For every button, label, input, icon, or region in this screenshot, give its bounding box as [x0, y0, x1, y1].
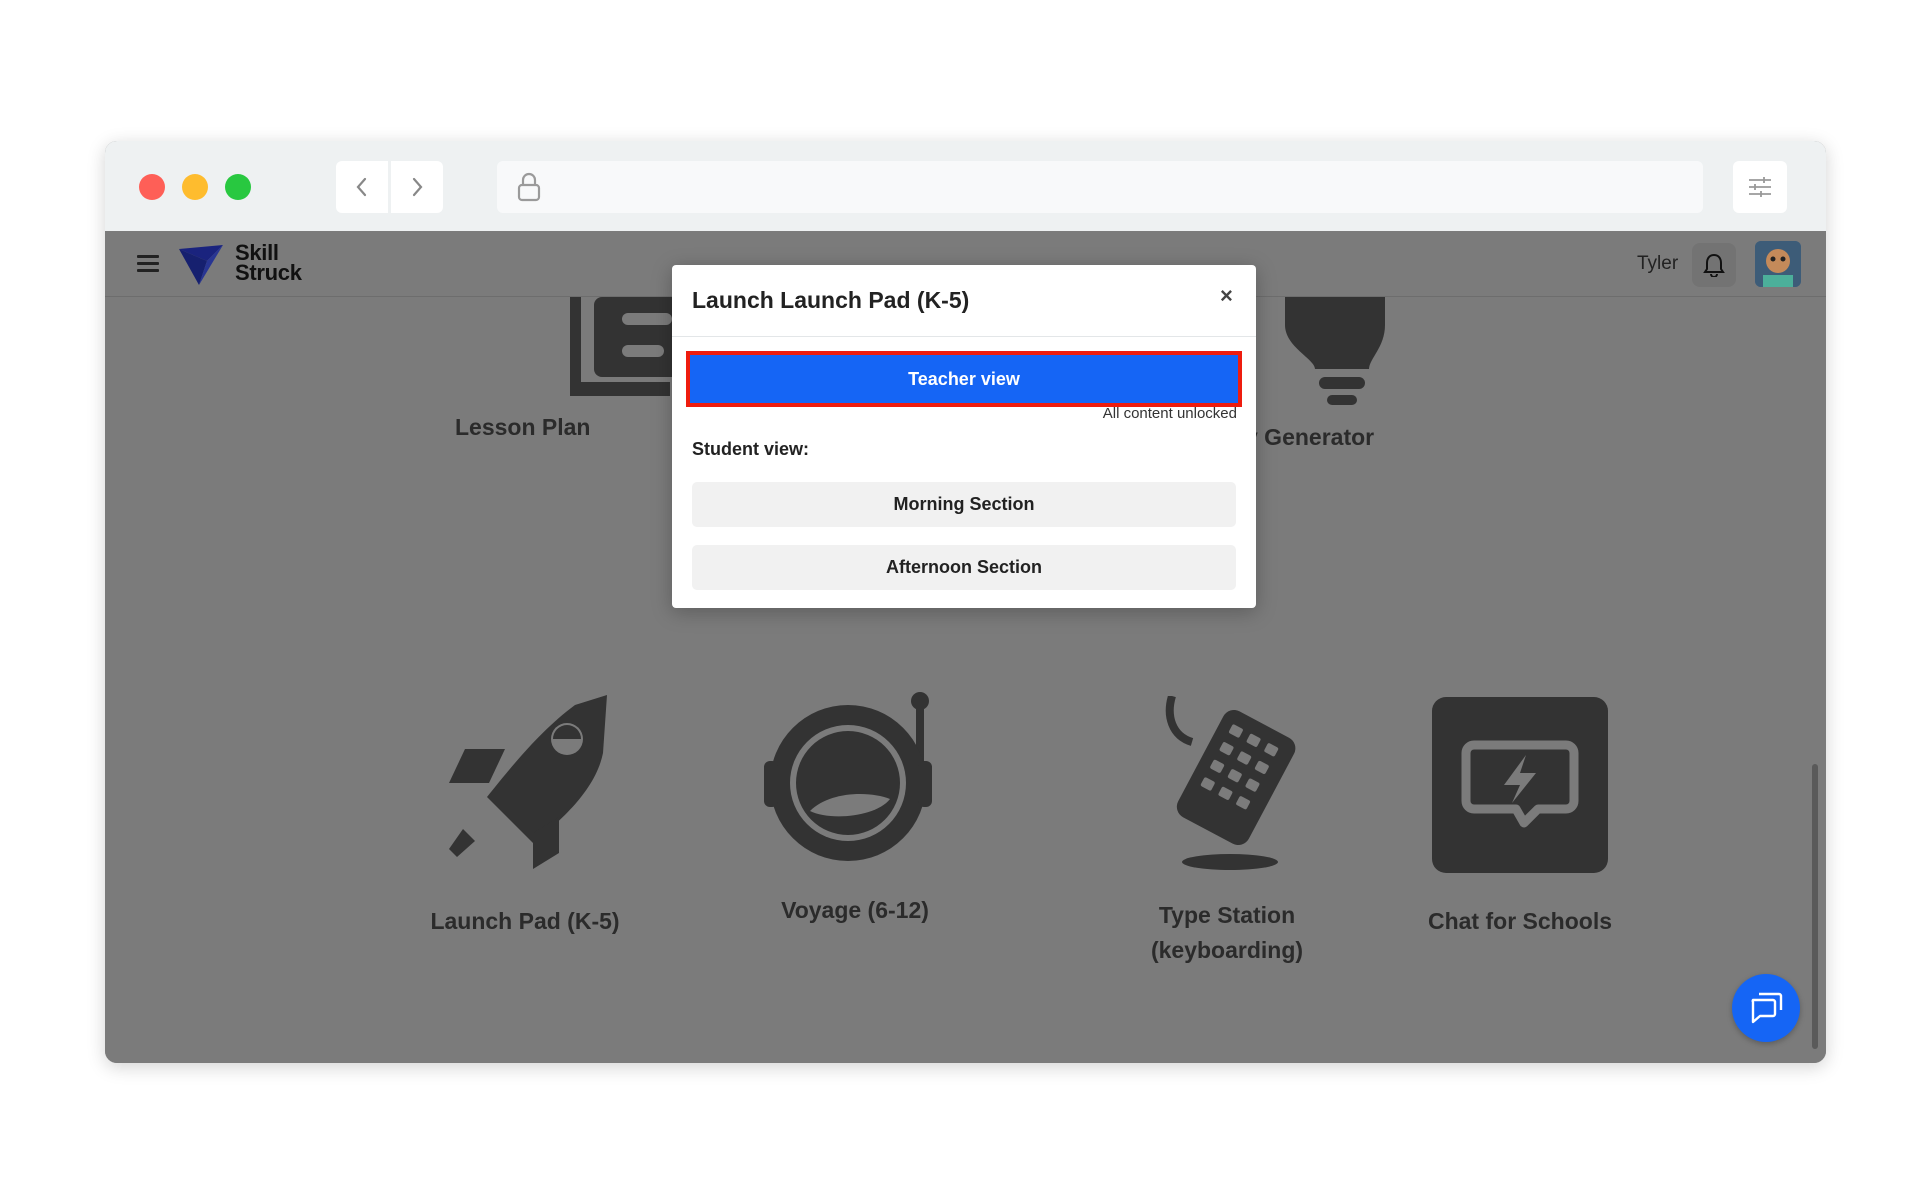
morning-section-button[interactable]: Morning Section: [692, 482, 1236, 527]
teacher-view-button[interactable]: Teacher view: [690, 355, 1238, 403]
maximize-window-button[interactable]: [225, 174, 251, 200]
avatar[interactable]: [1755, 241, 1801, 287]
skillstruck-logo[interactable]: [177, 243, 225, 287]
student-view-label: Student view:: [692, 439, 810, 459]
scrollbar-thumb[interactable]: [1812, 764, 1818, 1049]
tile-label-line-1: Type Station: [1158, 902, 1296, 928]
sliders-icon: [1749, 177, 1771, 197]
bell-icon: [1703, 253, 1725, 277]
chat-icon: [1751, 992, 1783, 1024]
forward-button[interactable]: [391, 161, 443, 213]
astronaut-helmet-icon: [764, 692, 932, 861]
rocket-icon: [449, 695, 607, 869]
chevron-left-icon: [356, 177, 367, 197]
minimize-window-button[interactable]: [182, 174, 208, 200]
tile-generator[interactable]: y Generator: [1245, 297, 1485, 455]
lock-icon: [517, 172, 541, 202]
notifications-button[interactable]: [1692, 243, 1736, 287]
browser-titlebar: [105, 141, 1826, 231]
tile-label: y Generator: [1245, 424, 1375, 450]
tile-label: Lesson Plan: [455, 414, 591, 440]
address-bar[interactable]: [497, 161, 1703, 213]
close-window-button[interactable]: [139, 174, 165, 200]
tile-chat-for-schools[interactable]: Chat for Schools: [1415, 697, 1625, 939]
tile-voyage[interactable]: Voyage (6-12): [745, 691, 965, 928]
launch-modal: Launch Launch Pad (K-5) × Teacher view A…: [672, 265, 1256, 608]
chat-bolt-icon: [1432, 697, 1608, 873]
tile-label: Chat for Schools: [1427, 908, 1612, 934]
keyboard-icon: [1165, 694, 1296, 870]
page-scrollbar[interactable]: [1810, 297, 1820, 1063]
browser-settings-button[interactable]: [1733, 161, 1787, 213]
modal-title: Launch Launch Pad (K-5): [692, 287, 970, 313]
teacher-view-highlight: Teacher view: [686, 351, 1242, 407]
tile-label: Launch Pad (K-5): [430, 908, 620, 934]
close-icon[interactable]: ×: [1220, 283, 1233, 309]
tile-label-line-2: (keyboarding): [1150, 937, 1304, 963]
lightbulb-icon: [1285, 297, 1385, 405]
back-button[interactable]: [336, 161, 388, 213]
afternoon-section-button[interactable]: Afternoon Section: [692, 545, 1236, 590]
tile-label: Voyage (6-12): [781, 897, 929, 923]
tile-launch-pad[interactable]: Launch Pad (K-5): [410, 693, 640, 939]
avatar-icon: [1755, 241, 1801, 287]
menu-icon[interactable]: [137, 255, 159, 273]
unlocked-note: All content unlocked: [1102, 405, 1237, 422]
tile-type-station[interactable]: Type Station (keyboarding): [1117, 694, 1337, 968]
modal-header: Launch Launch Pad (K-5) ×: [672, 265, 1256, 337]
brand-line-2: Struck: [235, 260, 302, 285]
chevron-right-icon: [412, 177, 423, 197]
brand-name[interactable]: Skill Struck: [235, 242, 302, 285]
chat-support-button[interactable]: [1732, 974, 1800, 1042]
user-name[interactable]: Tyler: [1637, 253, 1678, 275]
